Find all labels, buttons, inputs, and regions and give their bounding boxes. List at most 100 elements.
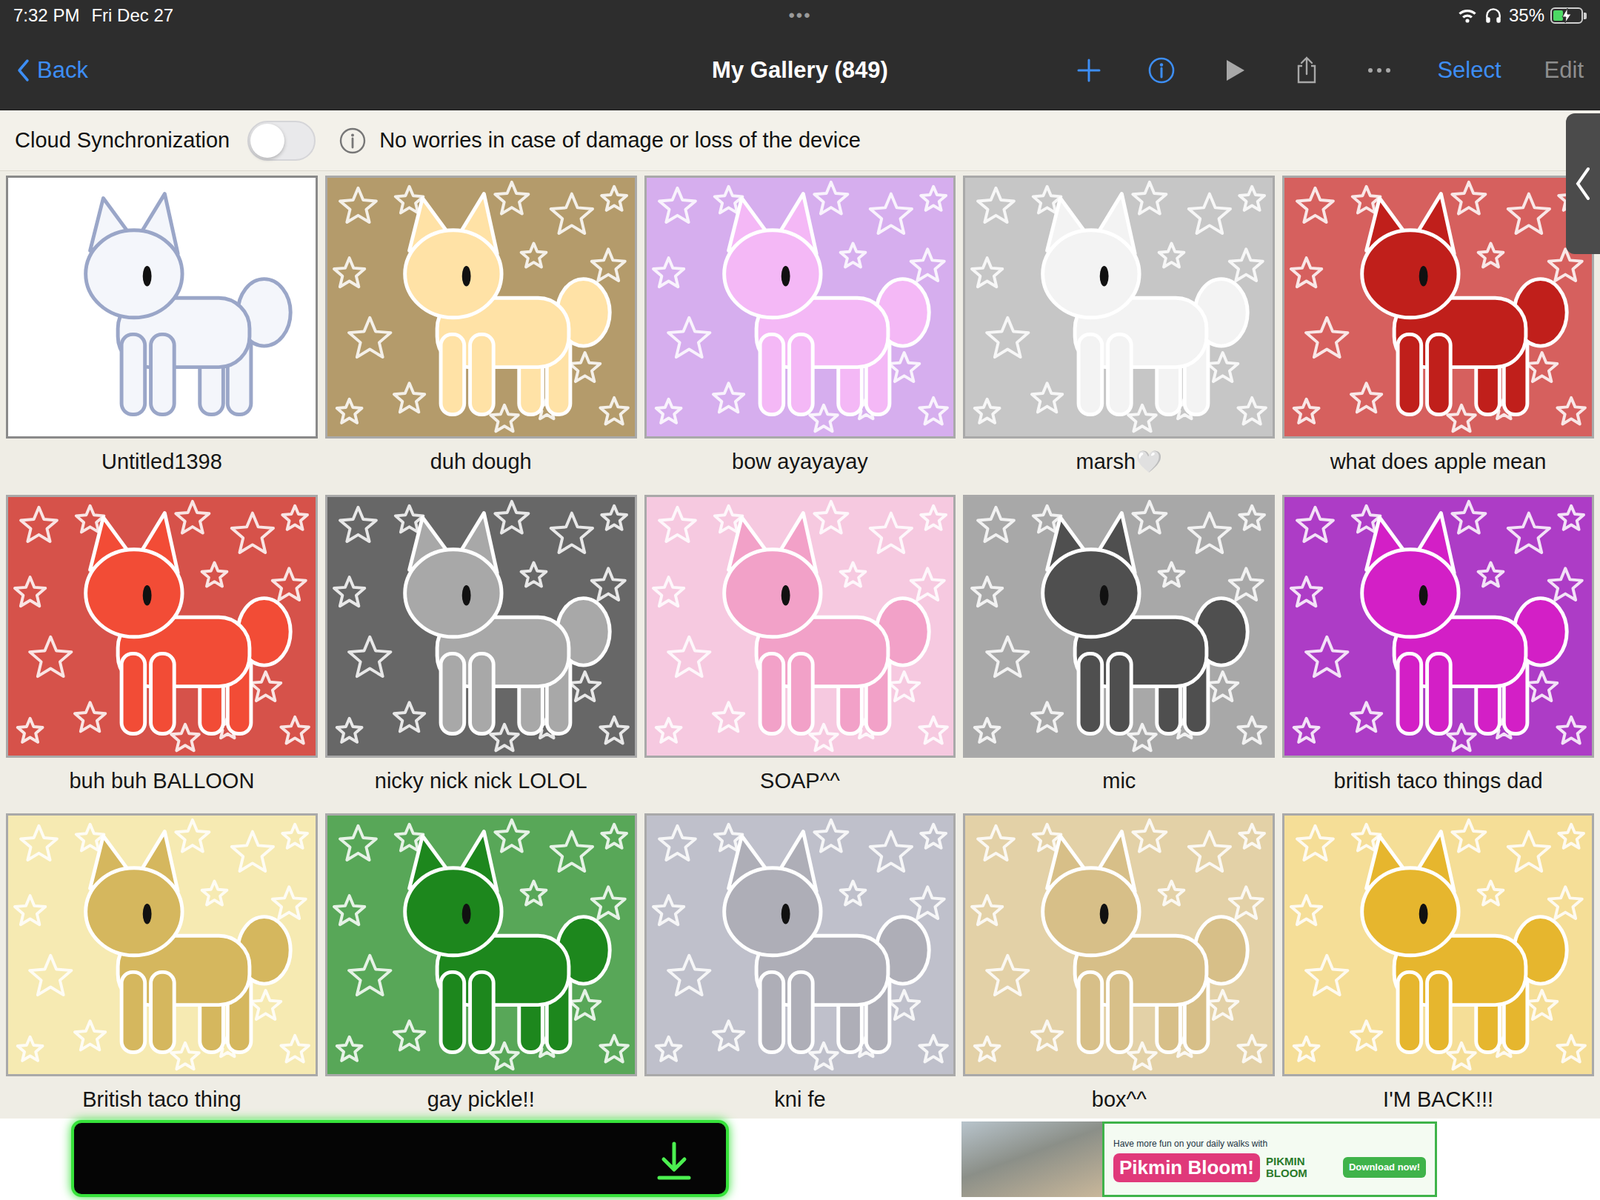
gallery-item[interactable]: nicky nick nick LOLOL	[325, 494, 638, 798]
artwork-thumbnail[interactable]	[325, 175, 638, 439]
character-figure	[1042, 194, 1249, 415]
gallery-item[interactable]: Untitled1398	[5, 175, 318, 479]
artwork-icon	[327, 815, 635, 1075]
artwork-title[interactable]: British taco thing	[5, 1076, 318, 1117]
more-icon[interactable]	[1364, 55, 1395, 86]
artwork-icon	[1284, 497, 1592, 756]
artwork-title[interactable]: I'M BACK!!!	[1282, 1076, 1595, 1117]
artwork-icon	[327, 497, 635, 756]
side-panel-handle[interactable]	[1565, 113, 1600, 255]
artwork-title[interactable]: kni fe	[644, 1076, 957, 1117]
artwork-title[interactable]: british taco things dad	[1282, 757, 1595, 798]
artwork-thumbnail[interactable]	[644, 175, 957, 439]
plus-icon[interactable]	[1074, 55, 1104, 86]
character-figure	[1042, 831, 1249, 1053]
artwork-thumbnail[interactable]	[5, 175, 318, 439]
artwork-thumbnail[interactable]	[962, 175, 1275, 439]
gallery-item[interactable]: duh dough	[325, 175, 638, 479]
gallery-item[interactable]: kni fe	[644, 813, 957, 1117]
ad-download-button[interactable]: Download now!	[1342, 1157, 1426, 1178]
wifi-icon	[1457, 5, 1478, 26]
artwork-thumbnail[interactable]	[1282, 175, 1595, 439]
ad-row: Pikmin Bloom!PIKMIN BLOOMDownload now!	[1113, 1153, 1426, 1183]
artwork-title[interactable]: bow ayayayay	[644, 438, 957, 479]
character-figure	[404, 831, 610, 1053]
back-button[interactable]: Back	[16, 53, 89, 89]
artwork-thumbnail[interactable]	[1282, 494, 1595, 758]
gallery-item[interactable]: buh buh BALLOON	[5, 494, 318, 798]
artwork-title[interactable]: SOAP^^	[644, 757, 957, 798]
toggle-knob	[250, 123, 285, 158]
artwork-title[interactable]: mic	[962, 757, 1275, 798]
artwork-thumbnail[interactable]	[962, 813, 1275, 1077]
artwork-icon	[8, 815, 316, 1075]
artwork-thumbnail[interactable]	[325, 813, 638, 1077]
clock-time: 7:32 PM	[13, 2, 80, 29]
multitask-dots[interactable]: •••	[788, 2, 812, 29]
chevron-left-icon[interactable]	[1571, 165, 1595, 203]
download-ad[interactable]	[71, 1120, 729, 1198]
artwork-icon	[1284, 177, 1592, 437]
artwork-thumbnail[interactable]	[962, 494, 1275, 758]
gallery-item[interactable]: gay pickle!!	[325, 813, 638, 1117]
artwork-title[interactable]: nicky nick nick LOLOL	[325, 757, 638, 798]
gallery-item[interactable]: I'M BACK!!!	[1282, 813, 1595, 1117]
share-icon[interactable]	[1291, 55, 1322, 86]
character-figure	[723, 512, 929, 734]
status-right: 35%	[811, 2, 1587, 29]
artwork-icon	[646, 177, 955, 437]
gallery-item[interactable]: box^^	[962, 813, 1275, 1117]
artwork-title[interactable]: Untitled1398	[5, 438, 318, 479]
gallery-item[interactable]: marsh🤍	[962, 175, 1275, 479]
pikmin-bloom-ad[interactable]: Have more fun on your daily walks withPi…	[961, 1121, 1438, 1198]
info-icon[interactable]	[337, 125, 368, 156]
ad-photo	[961, 1121, 1103, 1198]
character-figure	[1362, 831, 1568, 1053]
status-bar: 7:32 PM Fri Dec 27 •••35%	[0, 0, 1600, 32]
nav-left: Back	[16, 53, 712, 89]
cloud-sync-toggle[interactable]	[247, 120, 316, 161]
artwork-title[interactable]: gay pickle!!	[325, 1076, 638, 1117]
character-figure	[85, 194, 292, 415]
artwork-title[interactable]: marsh🤍	[962, 438, 1275, 479]
gallery-item[interactable]: british taco things dad	[1282, 494, 1595, 798]
cloud-sync-note: No worries in case of damage or loss of …	[379, 124, 861, 158]
artwork-icon	[8, 177, 316, 437]
artwork-thumbnail[interactable]	[325, 494, 638, 758]
artwork-title[interactable]: buh buh BALLOON	[5, 757, 318, 798]
character-figure	[85, 831, 292, 1053]
artwork-title[interactable]: box^^	[962, 1076, 1275, 1117]
gallery-title: My Gallery (849)	[711, 53, 889, 89]
headphones-icon	[1483, 5, 1503, 26]
artwork-thumbnail[interactable]	[5, 813, 318, 1077]
ad-panel[interactable]: Have more fun on your daily walks withPi…	[1102, 1121, 1438, 1198]
artwork-thumbnail[interactable]	[5, 494, 318, 758]
select-button[interactable]: Select	[1437, 53, 1501, 89]
artwork-thumbnail[interactable]	[644, 494, 957, 758]
artwork-title[interactable]: duh dough	[325, 438, 638, 479]
battery-indicator	[1550, 7, 1587, 24]
clock-date: Fri Dec 27	[91, 2, 174, 29]
artwork-title[interactable]: what does apple mean	[1282, 438, 1595, 479]
artwork-thumbnail[interactable]	[644, 813, 957, 1077]
gallery-item[interactable]: what does apple mean	[1282, 175, 1595, 479]
nav-bar: Back My Gallery (849) Select Edit	[0, 31, 1600, 111]
character-figure	[723, 194, 929, 415]
edit-button: Edit	[1544, 53, 1584, 89]
artwork-icon	[965, 177, 1273, 437]
status-left: 7:32 PM Fri Dec 27	[13, 2, 789, 29]
artwork-thumbnail[interactable]	[1282, 813, 1595, 1077]
character-figure	[723, 831, 929, 1053]
artwork-icon	[965, 497, 1273, 756]
ad-brand: Pikmin Bloom!	[1113, 1153, 1260, 1183]
character-figure	[85, 512, 292, 734]
download-arrow-icon[interactable]	[651, 1139, 697, 1184]
play-icon[interactable]	[1219, 55, 1249, 86]
info-icon[interactable]	[1146, 55, 1177, 86]
gallery-item[interactable]: British taco thing	[5, 813, 318, 1117]
gallery-item[interactable]: mic	[962, 494, 1275, 798]
gallery-item[interactable]: bow ayayayay	[644, 175, 957, 479]
nav-actions: Select Edit	[888, 53, 1584, 89]
gallery-item[interactable]: SOAP^^	[644, 494, 957, 798]
back-label[interactable]: Back	[37, 53, 89, 89]
